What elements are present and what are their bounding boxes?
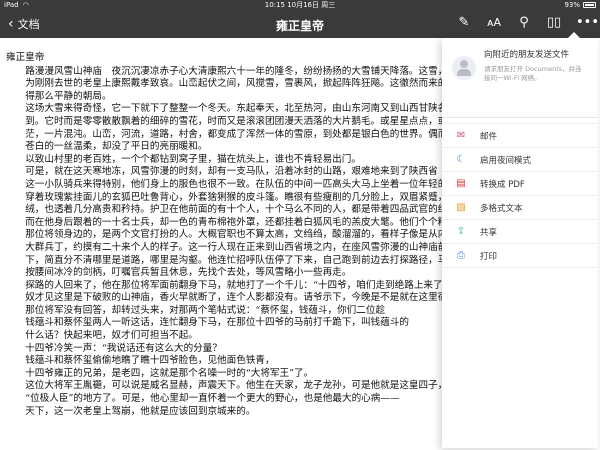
- airdrop-text: 向附近的朋友发送文件 请求朋友打开 Documents，并连接同一Wi-Fi 网…: [484, 50, 588, 105]
- status-date: 10月16日 周三: [287, 1, 336, 9]
- menu-item-label: 启用夜间模式: [480, 155, 532, 166]
- share-popover: 向附近的朋友发送文件 请求朋友打开 Documents，并连接同一Wi-Fi 网…: [442, 32, 598, 448]
- menu-item-label: 共享: [480, 227, 498, 238]
- battery-percent: 93%: [564, 1, 580, 9]
- menu-item-label: 打印: [480, 251, 498, 262]
- status-bar: iPad ◠ 10:15 10月16日 周三 93%: [0, 0, 600, 10]
- airdrop-subtitle: 请求朋友打开 Documents，并连接同一Wi-Fi 网络。: [484, 65, 582, 82]
- menu-item-label: 多格式文本: [480, 203, 523, 214]
- printer-icon: ⎙: [457, 250, 465, 261]
- book-icon[interactable]: ▯▯: [546, 15, 562, 30]
- text-size-icon[interactable]: ᴀA: [486, 16, 502, 29]
- mail-icon: ✉: [456, 130, 466, 141]
- navigation-bar: ‹ 文档 雍正皇帝 ✎ ᴀA ⚲ ▯▯ •••: [0, 10, 600, 38]
- share-icon: ⇪: [456, 226, 466, 237]
- status-center: 10:15 10月16日 周三: [0, 0, 600, 10]
- menu-item-label: 转换成 PDF: [480, 179, 525, 190]
- airdrop-title: 向附近的朋友发送文件: [484, 50, 570, 60]
- menu-item-share[interactable]: ⇪ 共享: [442, 220, 598, 244]
- menu-item-convert-pdf[interactable]: ▤ 转换成 PDF: [442, 172, 598, 196]
- status-right: 93%: [564, 1, 596, 9]
- menu-item-label: 邮件: [480, 131, 498, 142]
- toolbar-icons: ✎ ᴀA ⚲ ▯▯ •••: [456, 15, 599, 30]
- menu-item-night-mode[interactable]: ☾ 启用夜间模式: [442, 148, 598, 172]
- contact-avatar-icon: [452, 56, 476, 80]
- airdrop-section[interactable]: 向附近的朋友发送文件 请求朋友打开 Documents，并连接同一Wi-Fi 网…: [442, 38, 598, 118]
- document-icon: ▧: [456, 202, 466, 213]
- battery-icon: [583, 2, 596, 8]
- menu-item-mail[interactable]: ✉ 邮件: [442, 124, 598, 148]
- search-icon[interactable]: ⚲: [516, 15, 532, 30]
- edit-document-icon[interactable]: ✎: [456, 15, 472, 30]
- status-time: 10:15: [264, 1, 285, 9]
- menu-item-rich-text[interactable]: ▧ 多格式文本: [442, 196, 598, 220]
- menu-item-print[interactable]: ⎙ 打印: [442, 244, 598, 268]
- more-icon[interactable]: •••: [576, 15, 599, 30]
- pdf-icon: ▤: [456, 178, 466, 189]
- moon-icon: ☾: [456, 154, 466, 165]
